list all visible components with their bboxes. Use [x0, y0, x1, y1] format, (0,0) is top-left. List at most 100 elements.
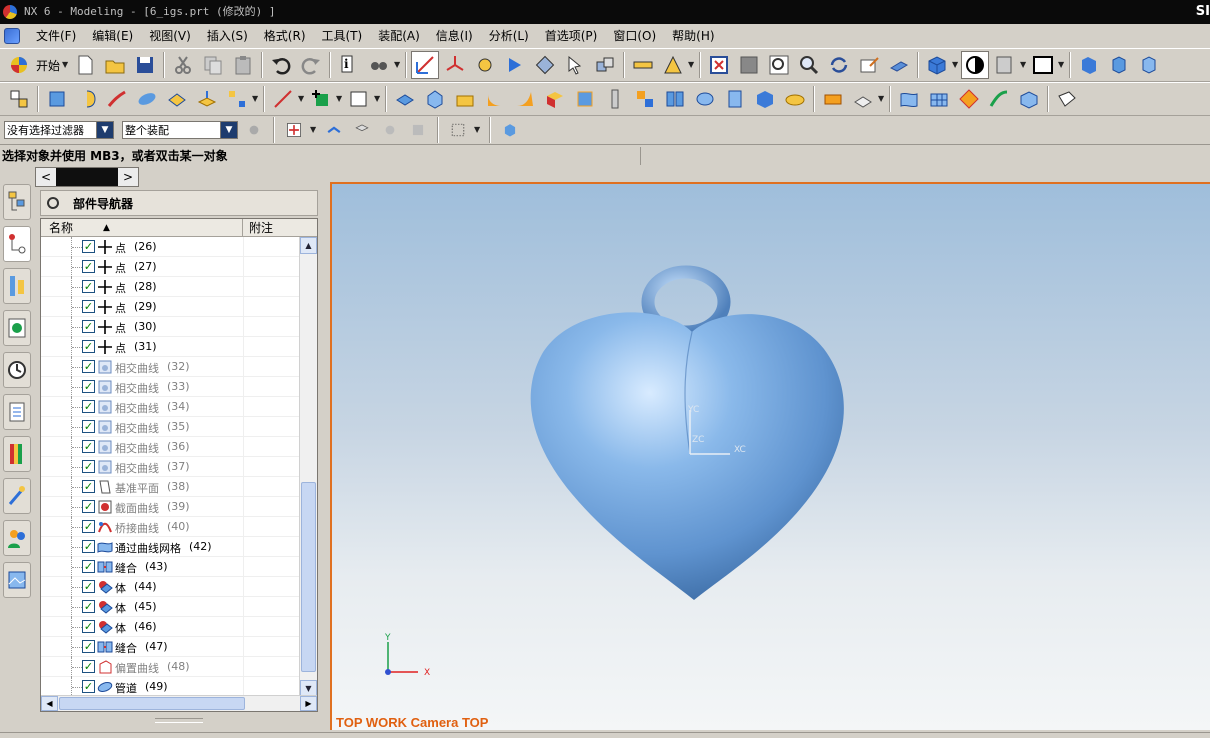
tree-row[interactable]: ✓ 缝合 (47) [41, 637, 299, 657]
measure-distance-icon[interactable] [629, 51, 657, 79]
information-icon[interactable]: i [335, 51, 363, 79]
tree-row[interactable]: ✓ 点 (27) [41, 257, 299, 277]
filter-settings-icon[interactable] [243, 116, 265, 144]
tree-row[interactable]: ✓ 体 (45) [41, 597, 299, 617]
sketch-icon[interactable] [5, 85, 33, 113]
menu-analysis[interactable]: 分析(L) [481, 25, 537, 47]
menu-assemblies[interactable]: 装配(A) [370, 25, 428, 47]
wcs-icon[interactable] [441, 51, 469, 79]
visibility-checkbox[interactable]: ✓ [82, 660, 95, 673]
background-dropdown-icon[interactable]: ▼ [1058, 51, 1066, 79]
name-column-header[interactable]: 名称 ▲ [41, 219, 243, 236]
zoom-window-icon[interactable] [735, 51, 763, 79]
visibility-checkbox[interactable]: ✓ [82, 620, 95, 633]
tree-row[interactable]: ✓ 点 (26) [41, 237, 299, 257]
tree-row[interactable]: ✓ 桥接曲线 (40) [41, 517, 299, 537]
start-button[interactable]: 开始 [34, 57, 62, 74]
type-filter-select[interactable]: 没有选择过滤器 ▼ [4, 121, 114, 139]
orient-view-icon[interactable] [991, 51, 1019, 79]
rendering-style-icon[interactable] [923, 51, 951, 79]
datum-axis-icon[interactable] [223, 85, 251, 113]
split-body-icon[interactable] [781, 85, 809, 113]
menu-information[interactable]: 信息(I) [428, 25, 481, 47]
horizontal-scroll-thumb[interactable] [59, 697, 245, 710]
system-scenes-tab[interactable] [3, 562, 31, 598]
tree-row[interactable]: ✓ 基准平面 (38) [41, 477, 299, 497]
boss-icon[interactable] [571, 85, 599, 113]
tree-row[interactable]: ✓ 相交曲线 (34) [41, 397, 299, 417]
select-icon[interactable] [411, 51, 440, 79]
trim-body-icon[interactable] [751, 85, 779, 113]
visibility-checkbox[interactable]: ✓ [82, 640, 95, 653]
curve-dropdown-icon[interactable]: ▼ [298, 85, 306, 113]
visibility-checkbox[interactable]: ✓ [82, 440, 95, 453]
rectangle-icon[interactable] [345, 85, 373, 113]
app-menu-icon[interactable] [4, 28, 20, 44]
visibility-checkbox[interactable]: ✓ [82, 580, 95, 593]
pointer-icon[interactable] [561, 51, 589, 79]
menu-insert[interactable]: 插入(S) [199, 25, 256, 47]
tree-row[interactable]: ✓ 体 (44) [41, 577, 299, 597]
pattern-icon[interactable] [631, 85, 659, 113]
visibility-checkbox[interactable]: ✓ [82, 680, 95, 693]
offset-face-icon[interactable] [819, 85, 847, 113]
visibility-checkbox[interactable]: ✓ [82, 280, 95, 293]
view-options-dropdown-icon[interactable]: ▼ [394, 51, 402, 79]
tree-row[interactable]: ✓ 通过曲线网格 (42) [41, 537, 299, 557]
panel-resize-grip[interactable] [155, 718, 203, 723]
tube-tool-icon[interactable] [133, 85, 161, 113]
scroll-left-icon[interactable]: < [36, 168, 56, 186]
zoom-icon[interactable] [765, 51, 793, 79]
drafting-icon[interactable] [1053, 85, 1081, 113]
through-curves-icon[interactable] [895, 85, 923, 113]
visibility-checkbox[interactable]: ✓ [82, 360, 95, 373]
chevron-down-icon[interactable]: ▼ [220, 122, 237, 138]
menu-edit[interactable]: 编辑(E) [84, 25, 141, 47]
pin-icon[interactable] [44, 194, 62, 212]
pan-icon[interactable] [855, 51, 883, 79]
edge-blend-icon[interactable] [481, 85, 509, 113]
zoom-in-out-icon[interactable] [795, 51, 823, 79]
web-browser-tab[interactable] [3, 310, 31, 346]
graphics-window[interactable]: XC YC ZC X Y TOP WORK Camera TOP [330, 182, 1210, 730]
undo-icon[interactable] [267, 51, 295, 79]
scroll-left-icon[interactable]: ◀ [41, 696, 58, 711]
visibility-checkbox[interactable]: ✓ [82, 420, 95, 433]
datum-dropdown-icon[interactable]: ▼ [252, 85, 260, 113]
chevron-down-icon[interactable]: ▼ [96, 122, 113, 138]
menu-format[interactable]: 格式(R) [256, 25, 314, 47]
cut-icon[interactable] [169, 51, 197, 79]
feature-dropdown-icon[interactable]: ▼ [878, 85, 886, 113]
sweep-icon[interactable] [103, 85, 131, 113]
play-icon[interactable] [501, 51, 529, 79]
orient-view-dropdown-icon[interactable]: ▼ [1020, 51, 1028, 79]
tree-row[interactable]: ✓ 点 (30) [41, 317, 299, 337]
tree-row[interactable]: ✓ 管道 (49) [41, 677, 299, 697]
visibility-checkbox[interactable]: ✓ [82, 260, 95, 273]
history-tab[interactable] [3, 352, 31, 388]
measure-angle-icon[interactable] [659, 51, 687, 79]
visibility-checkbox[interactable]: ✓ [82, 320, 95, 333]
scroll-right-icon[interactable]: ▶ [300, 696, 317, 711]
rectangle-select-icon[interactable] [447, 116, 469, 144]
select-face-icon[interactable] [351, 116, 373, 144]
snap-point-icon[interactable] [283, 116, 305, 144]
swept-icon[interactable] [985, 85, 1013, 113]
studio-surface-icon[interactable] [955, 85, 983, 113]
vertical-scroll-thumb[interactable] [301, 482, 316, 672]
hole-icon[interactable] [541, 85, 569, 113]
part-navigator-tab[interactable] [3, 226, 31, 262]
point-tool-icon[interactable] [307, 85, 335, 113]
copy-icon[interactable] [199, 51, 227, 79]
visibility-checkbox[interactable]: ✓ [82, 600, 95, 613]
visibility-checkbox[interactable]: ✓ [82, 460, 95, 473]
visibility-checkbox[interactable]: ✓ [82, 560, 95, 573]
intersect-icon[interactable] [721, 85, 749, 113]
tree-row[interactable]: ✓ 相交曲线 (32) [41, 357, 299, 377]
tree-row[interactable]: ✓ 体 (46) [41, 617, 299, 637]
tree-row[interactable]: ✓ 相交曲线 (36) [41, 437, 299, 457]
background-icon[interactable] [1029, 51, 1057, 79]
assembly-navigator-tab[interactable] [3, 184, 31, 220]
layer-visible-icon[interactable] [1135, 51, 1163, 79]
tree-row[interactable]: ✓ 偏置曲线 (48) [41, 657, 299, 677]
